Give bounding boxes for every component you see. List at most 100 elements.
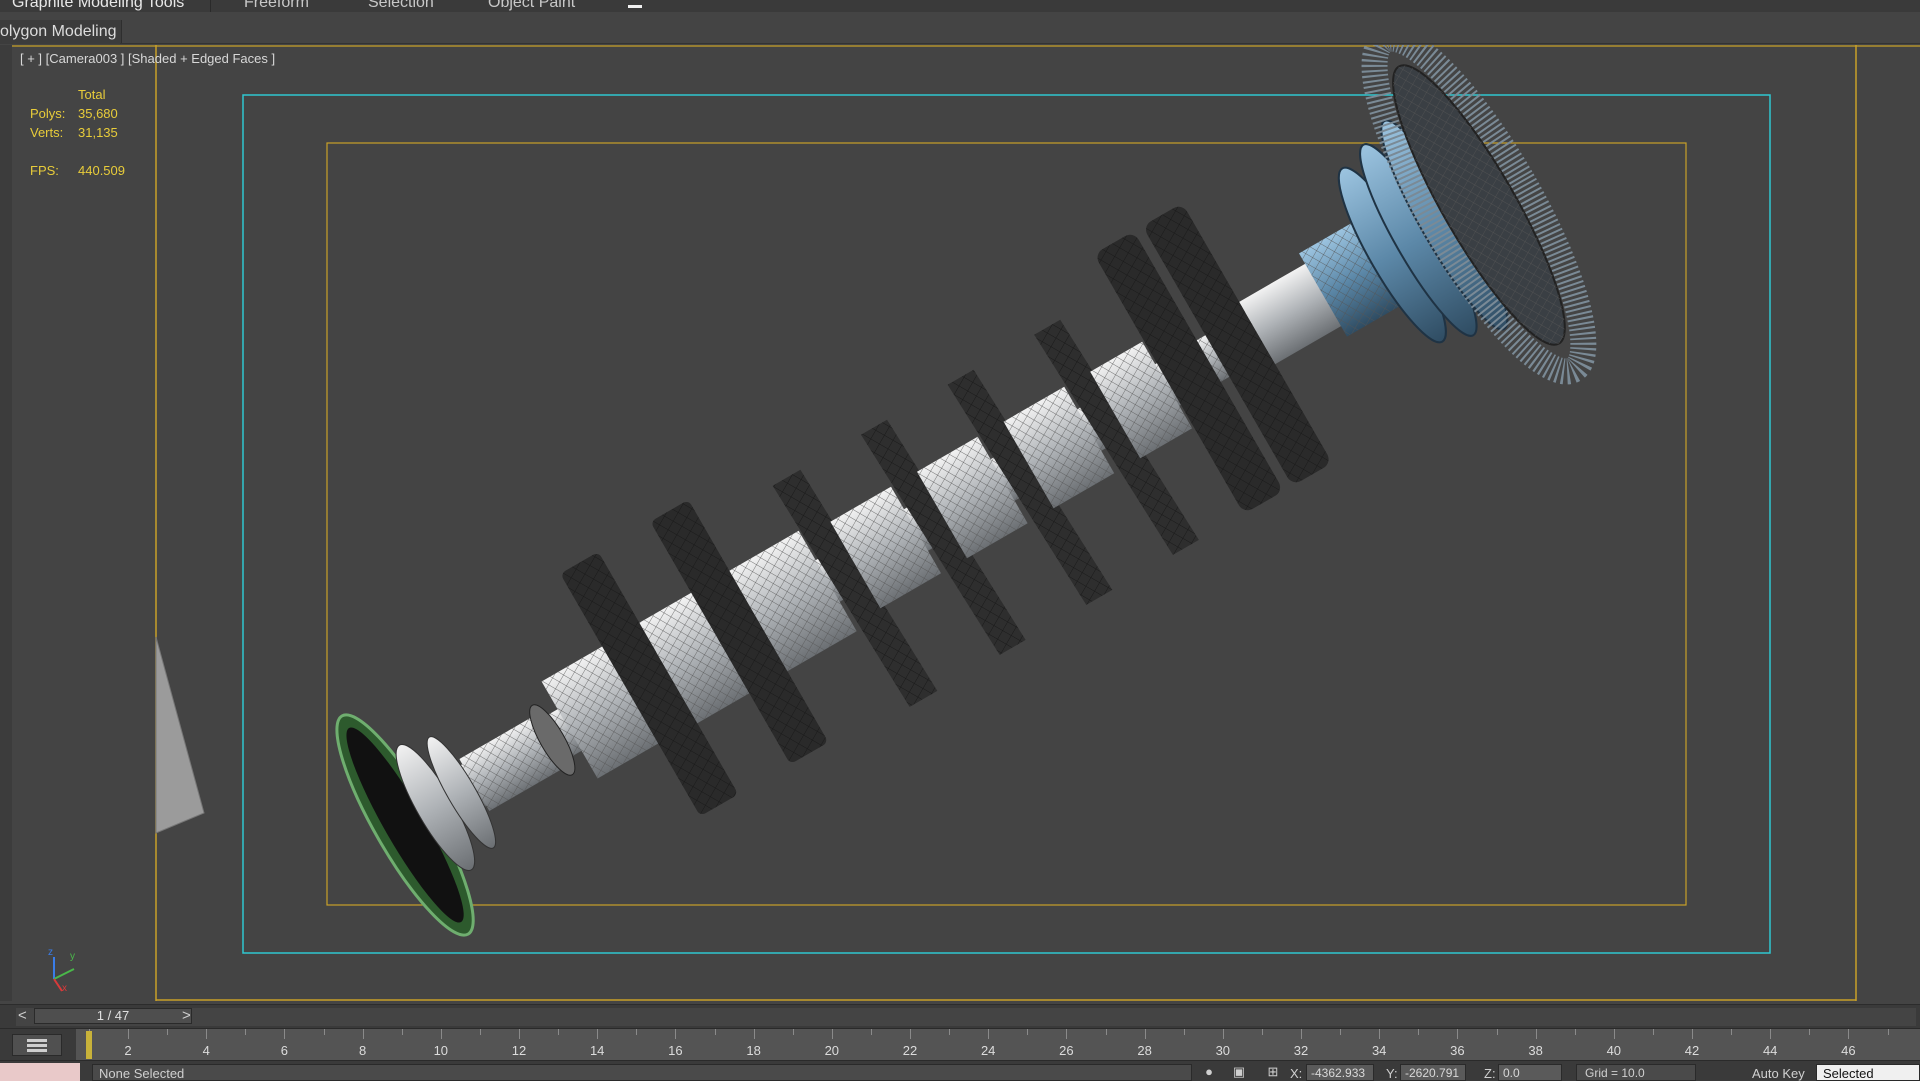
frame-tick [910,1029,911,1039]
camera-viewport[interactable]: [ + ] [Camera003 ] [Shaded + Edged Faces… [12,45,1920,1001]
maxscript-listener[interactable] [0,1063,80,1081]
track-bar[interactable]: 2 4 6 8 10 12 14 16 18 20 22 24 26 28 30 32 34 36 38 40 42 44… [0,1028,1920,1061]
prev-frame-button[interactable]: < [18,1007,27,1024]
y-coordinate-field[interactable]: -2620.791 [1400,1064,1466,1081]
frame-tick [1692,1029,1693,1039]
frame-tick [1183,1029,1185,1035]
frame-label-12: 12 [511,1043,527,1058]
key-mode-dropdown[interactable]: Selected [1816,1064,1920,1081]
frame-tick [1731,1029,1733,1035]
frame-tick [1613,1029,1615,1039]
frame-tick [1496,1029,1498,1035]
isolate-icon[interactable]: ● [1202,1065,1216,1079]
selection-status: None Selected [92,1064,1192,1081]
lock-selection-icon[interactable]: ▣ [1232,1065,1246,1079]
gizmo-x-label: x [62,983,67,993]
frame-tick [401,1029,403,1035]
frame-label-22: 22 [902,1043,918,1058]
auto-key-button[interactable]: Auto Key [1752,1066,1805,1081]
frame-tick [440,1029,442,1039]
frame-label-20: 20 [824,1043,840,1058]
ribbon-minimize-icon[interactable] [628,0,642,8]
stats-header: Total [78,87,106,102]
frame-label-44: 44 [1762,1043,1778,1058]
frame-tick [1144,1029,1146,1039]
current-frame-marker[interactable] [86,1031,92,1059]
gizmo-z-label: z [48,947,53,958]
frame-tick [714,1029,716,1035]
frame-tick [362,1029,364,1039]
tab-graphite-modeling-tools[interactable]: Graphite Modeling Tools [12,0,184,12]
frame-label-6: 6 [280,1043,289,1058]
curve-editor-icon [27,1039,47,1052]
frame-tick [323,1029,325,1035]
next-frame-button[interactable]: > [182,1007,191,1024]
y-label: Y: [1386,1066,1398,1081]
frame-label-30: 30 [1215,1043,1231,1058]
absolute-mode-icon[interactable]: ⊞ [1266,1065,1280,1079]
status-bar: None Selected ● ▣ ⊞ X: -4362.933 Y: -262… [0,1060,1920,1081]
x-label: X: [1290,1066,1303,1081]
polys-label: Polys: [30,106,66,121]
panel-title-polygon-modeling[interactable]: olygon Modeling [0,20,122,44]
frame-label-4: 4 [202,1043,210,1058]
frame-tick [636,1029,638,1035]
axis-gizmo-icon: y z x [48,947,75,993]
camera-object [155,636,205,834]
frame-tick [284,1029,286,1039]
frame-tick [1105,1029,1107,1035]
frame-tick [1379,1029,1381,1039]
gizmo-y-label: y [70,951,75,962]
fps-label: FPS: [30,163,59,178]
frame-tick [1848,1029,1850,1039]
frame-tick [1340,1029,1342,1035]
frame-label-36: 36 [1450,1043,1465,1058]
frame-label-24: 24 [980,1043,996,1058]
z-coordinate-field[interactable]: 0.0 [1498,1064,1562,1081]
frame-label-38: 38 [1528,1043,1543,1058]
frame-tick [1457,1029,1459,1039]
frame-label-10: 10 [433,1043,449,1058]
tab-separator [210,0,211,12]
frame-tick [1027,1029,1029,1035]
frame-tick [1770,1029,1772,1039]
frame-tick [831,1029,833,1039]
frame-ruler[interactable]: 2 4 6 8 10 12 14 16 18 20 22 24 26 28 30 32 34 36 38 40 42 44… [76,1029,1920,1061]
frame-tick [128,1029,129,1039]
frame-tick [1535,1029,1537,1039]
verts-label: Verts: [30,125,64,140]
time-slider-track[interactable] [16,1008,1916,1026]
z-label: Z: [1484,1066,1496,1081]
x-coordinate-field[interactable]: -4362.933 [1306,1064,1374,1081]
frame-label-26: 26 [1059,1043,1074,1058]
grid-size-readout: Grid = 10.0 [1576,1064,1696,1081]
frame-label-8: 8 [358,1043,367,1058]
frame-tick [1574,1029,1576,1035]
time-slider-thumb[interactable]: 1 / 47 [34,1008,192,1024]
frame-label-40: 40 [1606,1043,1622,1058]
frame-tick [1301,1029,1302,1039]
tab-object-paint[interactable]: Object Paint [488,0,575,12]
frame-tick [949,1029,951,1035]
tab-freeform[interactable]: Freeform [244,0,309,12]
frame-tick [1418,1029,1420,1035]
verts-value: 31,135 [78,125,118,140]
frame-tick [597,1029,599,1039]
viewport-label[interactable]: [ + ] [Camera003 ] [Shaded + Edged Faces… [20,51,275,66]
frame-tick [1809,1029,1811,1035]
frame-tick [558,1029,560,1035]
frame-tick [519,1029,520,1039]
frame-tick [988,1029,990,1039]
viewport-canvas [12,45,1920,1001]
frame-label-14: 14 [589,1043,605,1058]
tab-selection[interactable]: Selection [368,0,434,12]
frame-label-42: 42 [1684,1043,1700,1058]
frame-tick [1261,1029,1263,1035]
frame-label-34: 34 [1371,1043,1387,1058]
frame-tick [1887,1029,1889,1035]
divider [120,43,1920,44]
curve-editor-button[interactable] [12,1034,62,1056]
time-slider[interactable]: < 1 / 47 > [0,1004,1920,1029]
frame-tick [1652,1029,1654,1035]
frame-label-28: 28 [1137,1043,1152,1058]
